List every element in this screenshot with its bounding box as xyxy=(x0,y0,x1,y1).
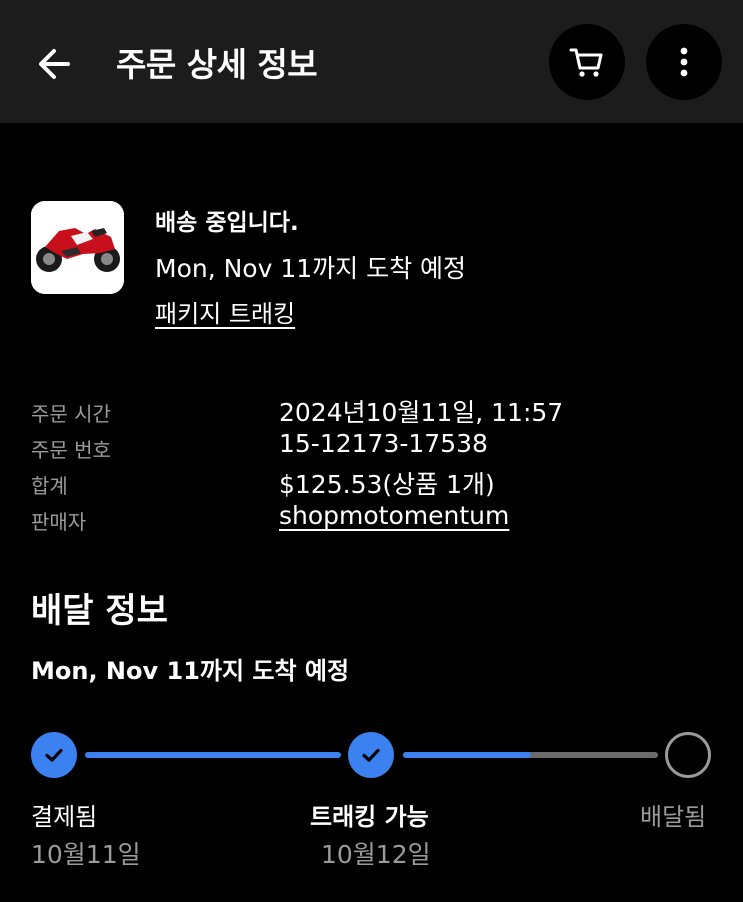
arrow-left-icon xyxy=(39,49,70,79)
step-node-tracking xyxy=(348,732,394,778)
progress-segment-2-fill xyxy=(403,752,531,758)
seller-label: 판매자 xyxy=(31,510,87,534)
delivery-section-title: 배달 정보 xyxy=(31,591,168,631)
step-node-paid xyxy=(31,732,77,778)
total-value: $125.53(상품 1개) xyxy=(279,470,495,499)
track-package-link[interactable]: 패키지 트래킹 xyxy=(155,294,295,329)
order-time-value: 2024년10월11일, 11:57 xyxy=(279,398,564,427)
order-number-label: 주문 번호 xyxy=(31,438,111,462)
order-time-label: 주문 시간 xyxy=(31,402,111,426)
step-label-tracking: 트래킹 가능 xyxy=(310,803,429,831)
more-options-button[interactable] xyxy=(646,24,722,100)
cart-button[interactable] xyxy=(549,24,625,100)
check-icon xyxy=(45,748,63,762)
check-icon xyxy=(362,748,380,762)
order-number-value: 15-12173-17538 xyxy=(279,429,488,458)
seller-link[interactable]: shopmotomentum xyxy=(279,501,509,530)
progress-segment-1 xyxy=(85,752,341,758)
page-title: 주문 상세 정보 xyxy=(116,45,318,84)
shipping-status: 배송 중입니다. xyxy=(155,210,299,236)
top-app-bar: 주문 상세 정보 xyxy=(0,0,743,123)
total-label: 합계 xyxy=(31,474,68,498)
step-node-delivered xyxy=(665,732,711,778)
step-date-paid: 10월11일 xyxy=(31,840,141,869)
motorcycle-image xyxy=(31,201,124,294)
delivery-eta: Mon, Nov 11까지 도착 예정 xyxy=(31,657,350,685)
step-date-tracking: 10월12일 xyxy=(321,840,431,869)
back-button[interactable] xyxy=(30,40,78,88)
step-label-paid: 결제됨 xyxy=(31,803,98,831)
product-thumbnail[interactable] xyxy=(31,201,124,294)
more-vertical-icon xyxy=(680,47,688,77)
shipping-eta: Mon, Nov 11까지 도착 예정 xyxy=(155,254,467,283)
cart-icon xyxy=(569,48,603,77)
step-label-delivered: 배달됨 xyxy=(640,803,707,831)
